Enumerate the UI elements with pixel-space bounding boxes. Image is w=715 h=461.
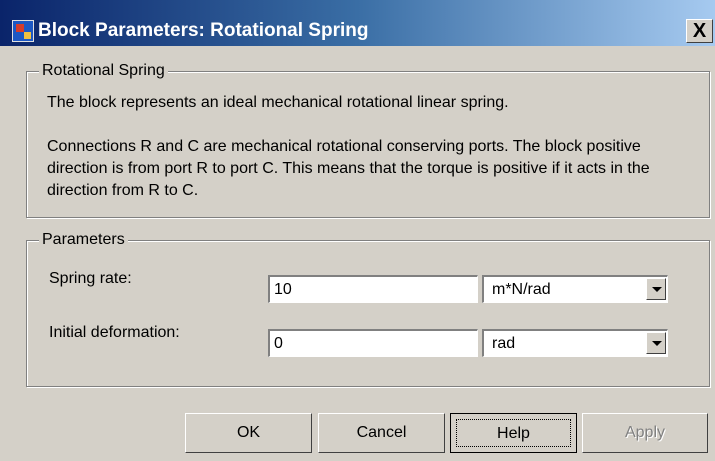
description-line-2: Connections R and C are mechanical rotat… [47, 138, 641, 155]
description-line-1: The block represents an ideal mechanical… [47, 94, 509, 111]
ok-button[interactable]: OK [185, 413, 312, 453]
parameters-group: Parameters Spring rate: 10 m*N/rad Initi… [26, 230, 710, 387]
description-group-legend: Rotational Spring [39, 61, 168, 81]
initial-deformation-label: Initial deformation: [49, 324, 180, 341]
close-button[interactable]: X [686, 19, 713, 43]
apply-button: Apply [582, 413, 708, 453]
initial-deformation-input[interactable]: 0 [268, 329, 478, 357]
simulink-block-icon [12, 20, 34, 42]
parameters-group-legend: Parameters [39, 230, 128, 250]
chevron-down-icon[interactable] [646, 278, 666, 300]
description-group: Rotational Spring The block represents a… [26, 61, 710, 218]
description-line-3: direction is from port R to port C. This… [47, 160, 650, 177]
initial-deformation-unit-select[interactable]: rad [482, 329, 668, 357]
spring-rate-unit-select[interactable]: m*N/rad [482, 275, 668, 303]
spring-rate-unit-value: m*N/rad [492, 281, 551, 298]
title-bar[interactable]: Block Parameters: Rotational Spring X [0, 0, 715, 46]
help-button-label: Help [456, 419, 571, 447]
initial-deformation-unit-value: rad [492, 335, 516, 352]
help-button[interactable]: Help [450, 413, 577, 453]
spring-rate-input[interactable]: 10 [268, 275, 478, 303]
window-title: Block Parameters: Rotational Spring [38, 20, 369, 41]
description-line-4: direction from R to C. [47, 182, 199, 199]
cancel-button[interactable]: Cancel [318, 413, 445, 453]
spring-rate-label: Spring rate: [49, 270, 132, 287]
chevron-down-icon[interactable] [646, 332, 666, 354]
